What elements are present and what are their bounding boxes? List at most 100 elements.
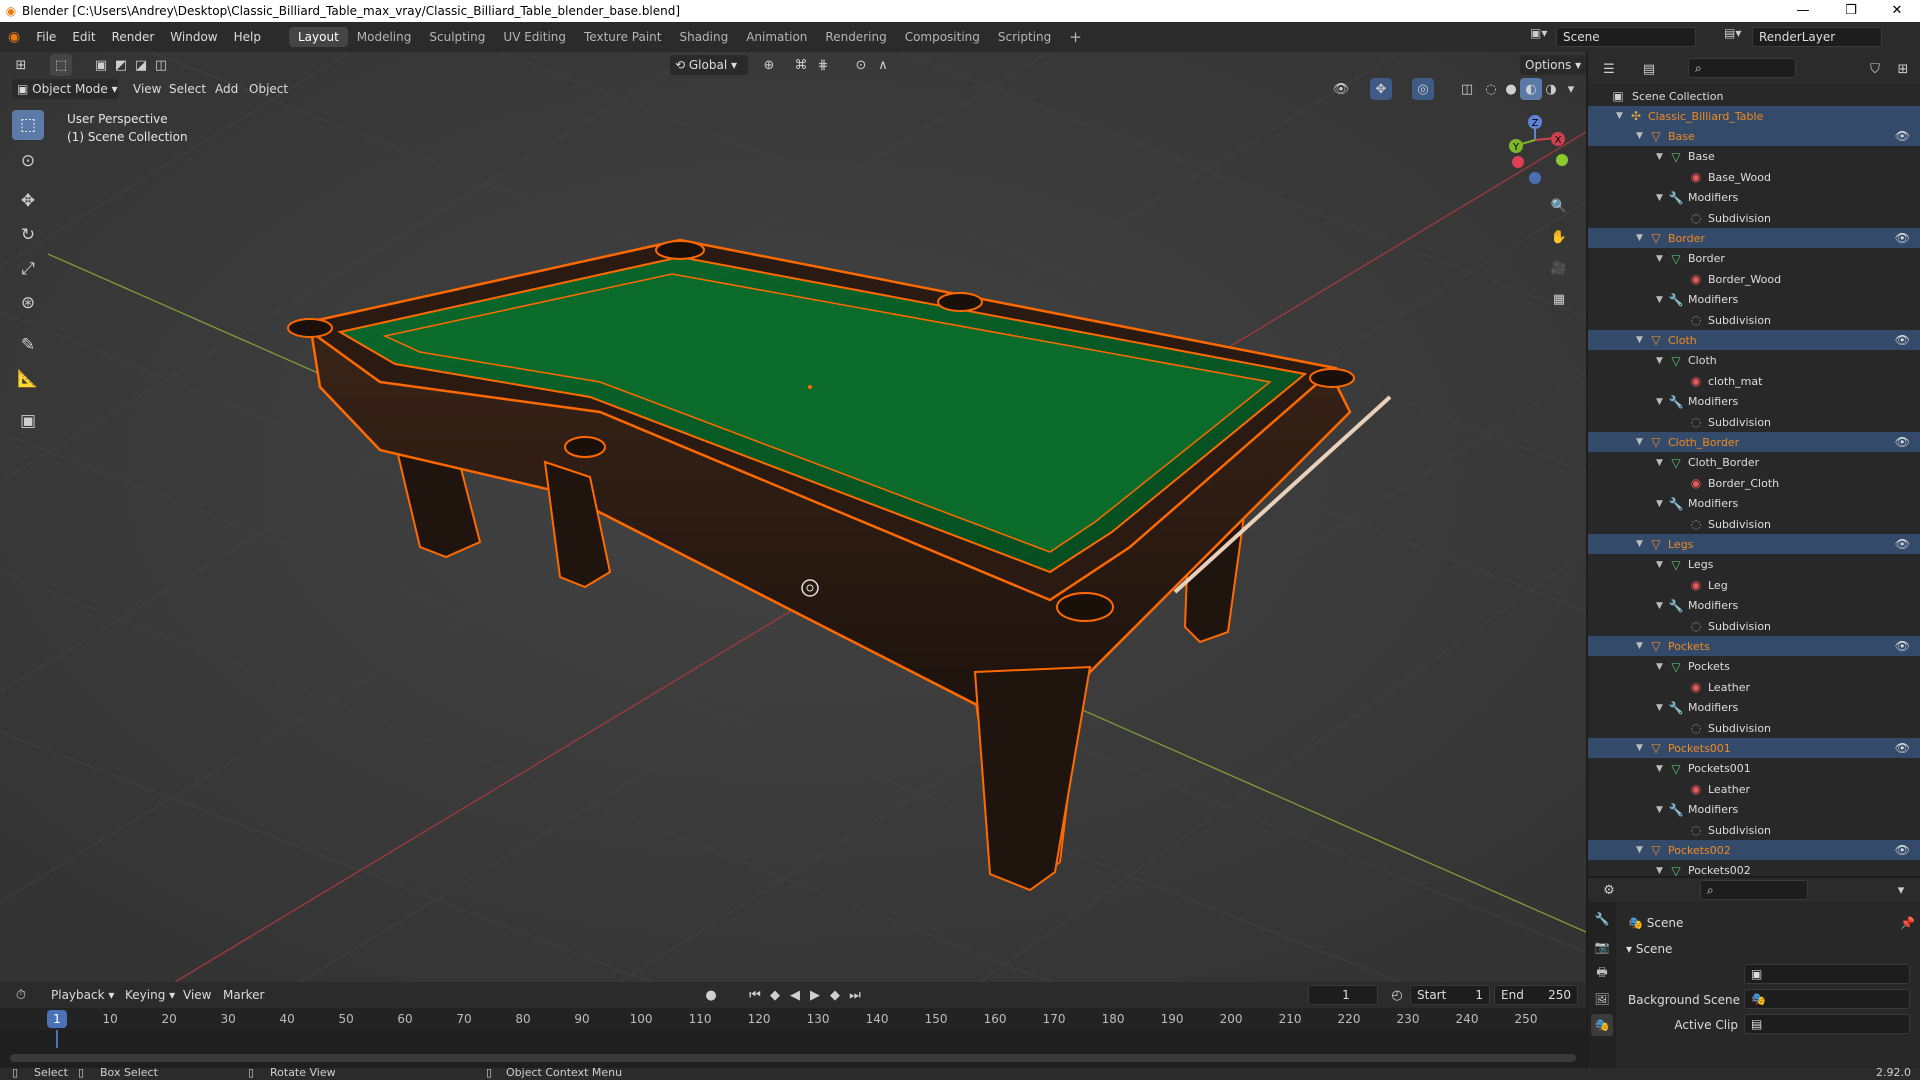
outliner-row[interactable]: ▼ 🔧 Modifiers [1588, 596, 1920, 616]
outliner-row[interactable]: ◉ Border_Wood [1588, 269, 1920, 289]
expand-toggle-icon[interactable]: ▼ [1656, 356, 1663, 366]
tab-shading[interactable]: Shading [670, 27, 737, 47]
outliner-row[interactable]: ◉ Base_Wood [1588, 167, 1920, 187]
properties-menu-icon[interactable]: ▾ [1890, 879, 1912, 901]
outliner-editor-icon[interactable]: ☰ [1598, 58, 1620, 80]
mode-dropdown[interactable]: ▣ Object Mode ▾ [12, 79, 118, 99]
expand-toggle-icon[interactable]: ▼ [1656, 560, 1663, 570]
visibility-eye-icon[interactable]: 👁 [1895, 435, 1910, 449]
menu-file[interactable]: File [28, 30, 64, 44]
outliner-row[interactable]: ◌ Subdivision [1588, 718, 1920, 738]
pivot-point-icon[interactable]: ⊕ [758, 54, 780, 76]
outliner-search-input[interactable]: ⌕ [1688, 58, 1796, 78]
outliner-row[interactable]: ◉ Leather [1588, 677, 1920, 697]
rendered-shading-icon[interactable]: ◑ [1540, 78, 1562, 100]
outliner-row[interactable]: ▼ 🔧 Modifiers [1588, 290, 1920, 310]
timeline-track[interactable] [0, 1030, 1586, 1068]
prev-keyframe-icon[interactable]: ◆ [764, 984, 786, 1006]
add-cube-tool-icon[interactable]: ▣ [12, 406, 44, 436]
navigation-gizmo[interactable]: Z X Y 🔍 ✋ 🎥 ▦ [1490, 110, 1580, 340]
menu-timeline-view[interactable]: View [178, 985, 216, 1005]
close-button[interactable]: ✕ [1874, 0, 1920, 22]
jump-end-icon[interactable]: ⏭ [844, 984, 866, 1006]
outliner-row[interactable]: ▼ 🔧 Modifiers [1588, 188, 1920, 208]
outliner-row[interactable]: ◌ Subdivision [1588, 820, 1920, 840]
wireframe-shading-icon[interactable]: ◌ [1480, 78, 1502, 100]
expand-toggle-icon[interactable]: ▼ [1636, 233, 1643, 243]
visibility-eye-icon[interactable]: 👁 [1895, 129, 1910, 143]
outliner-row[interactable]: ◉ Border_Cloth [1588, 473, 1920, 493]
options-dropdown[interactable]: Options ▾ [1520, 55, 1587, 75]
menu-help[interactable]: Help [226, 30, 269, 44]
outliner-row[interactable]: ◌ Subdivision [1588, 616, 1920, 636]
active-clip-field[interactable]: ▤ [1744, 1014, 1910, 1034]
expand-toggle-icon[interactable]: ▼ [1656, 193, 1663, 203]
playhead-frame[interactable]: 1 [47, 1010, 67, 1028]
menu-select[interactable]: Select [164, 79, 211, 99]
next-keyframe-icon[interactable]: ◆ [824, 984, 846, 1006]
outliner-row[interactable]: ▼ 🔧 Modifiers [1588, 494, 1920, 514]
outliner-row[interactable]: ▼ ▽ Pockets [1588, 657, 1920, 677]
select-box-icon[interactable]: ▣ [90, 54, 112, 76]
viewport-scene[interactable] [0, 52, 1586, 982]
menu-edit[interactable]: Edit [64, 30, 103, 44]
scale-tool-icon[interactable]: ⤢ [12, 254, 44, 284]
expand-toggle-icon[interactable]: ▼ [1656, 458, 1663, 468]
outliner-row[interactable]: ◌ Subdivision [1588, 412, 1920, 432]
outliner-row[interactable]: ▼ ✣ Classic_Billiard_Table [1588, 106, 1920, 126]
menu-view[interactable]: View [128, 79, 166, 99]
outliner-row[interactable]: ▼ 🔧 Modifiers [1588, 698, 1920, 718]
select-tool-icon[interactable]: ⬚ [12, 110, 44, 140]
solid-shading-icon[interactable]: ● [1500, 78, 1522, 100]
background-scene-field[interactable]: 🎭 [1744, 989, 1910, 1009]
outliner-row[interactable]: ▼ ▽ Cloth_Border [1588, 453, 1920, 473]
renderlayer-selector-icon[interactable]: ▤▾ [1724, 26, 1741, 40]
3d-viewport[interactable] [0, 52, 1586, 982]
menu-keying[interactable]: Keying ▾ [120, 985, 180, 1005]
properties-search-input[interactable]: ⌕ [1700, 880, 1808, 900]
overlays-icon[interactable]: ◎ [1412, 78, 1434, 100]
expand-toggle-icon[interactable]: ▼ [1616, 111, 1623, 121]
menu-render[interactable]: Render [104, 30, 163, 44]
visibility-eye-icon[interactable]: 👁 [1895, 537, 1910, 551]
menu-playback[interactable]: Playback ▾ [46, 985, 119, 1005]
outliner-row[interactable]: ▼ ▽ Pockets001 👁 [1588, 738, 1920, 759]
outliner-row[interactable]: ◌ Subdivision [1588, 310, 1920, 330]
select-subtract-icon[interactable]: ◪ [130, 54, 152, 76]
tab-scripting[interactable]: Scripting [989, 27, 1060, 47]
expand-toggle-icon[interactable]: ▼ [1656, 601, 1663, 611]
outliner-root[interactable]: ▣ Scene Collection [1588, 86, 1920, 106]
measure-tool-icon[interactable]: 📐 [12, 364, 44, 394]
neg-y-axis-icon[interactable] [1556, 154, 1568, 166]
outliner-row[interactable]: ▼ ▽ Border 👁 [1588, 228, 1920, 249]
menu-object[interactable]: Object [244, 79, 293, 99]
expand-toggle-icon[interactable]: ▼ [1656, 254, 1663, 264]
expand-toggle-icon[interactable]: ▼ [1656, 805, 1663, 815]
move-tool-icon[interactable]: ✥ [12, 186, 44, 216]
menu-add[interactable]: Add [210, 79, 243, 99]
tab-layout[interactable]: Layout [288, 27, 348, 47]
menu-marker[interactable]: Marker [218, 985, 269, 1005]
expand-toggle-icon[interactable]: ▼ [1636, 641, 1643, 651]
neg-x-axis-icon[interactable] [1512, 156, 1524, 168]
outliner-row[interactable]: ▼ ▽ Pockets002 👁 [1588, 840, 1920, 861]
filter-icon[interactable]: ⛉ [1864, 58, 1886, 80]
current-frame-field[interactable]: 1 [1308, 985, 1378, 1005]
visibility-eye-icon[interactable]: 👁 [1895, 639, 1910, 653]
outliner-row[interactable]: ▼ 🔧 Modifiers [1588, 800, 1920, 820]
expand-toggle-icon[interactable]: ▼ [1636, 335, 1643, 345]
tab-rendering[interactable]: Rendering [816, 27, 895, 47]
tab-compositing[interactable]: Compositing [896, 27, 989, 47]
material-shading-icon[interactable]: ◐ [1520, 78, 1542, 100]
timeline-scrollbar[interactable] [10, 1054, 1576, 1062]
visibility-eye-icon[interactable]: 👁 [1895, 231, 1910, 245]
camera-view-icon[interactable]: 🎥 [1548, 257, 1570, 279]
minimize-button[interactable]: — [1780, 0, 1826, 22]
outliner-row[interactable]: ▼ ▽ Cloth 👁 [1588, 330, 1920, 351]
scene-panel-header[interactable]: ▾ Scene [1626, 942, 1672, 956]
outliner-row[interactable]: ▼ ▽ Pockets 👁 [1588, 636, 1920, 657]
restore-button[interactable]: ❐ [1828, 0, 1874, 22]
expand-toggle-icon[interactable]: ▼ [1656, 703, 1663, 713]
expand-toggle-icon[interactable]: ▼ [1656, 152, 1663, 162]
neg-z-axis-icon[interactable] [1529, 172, 1541, 184]
